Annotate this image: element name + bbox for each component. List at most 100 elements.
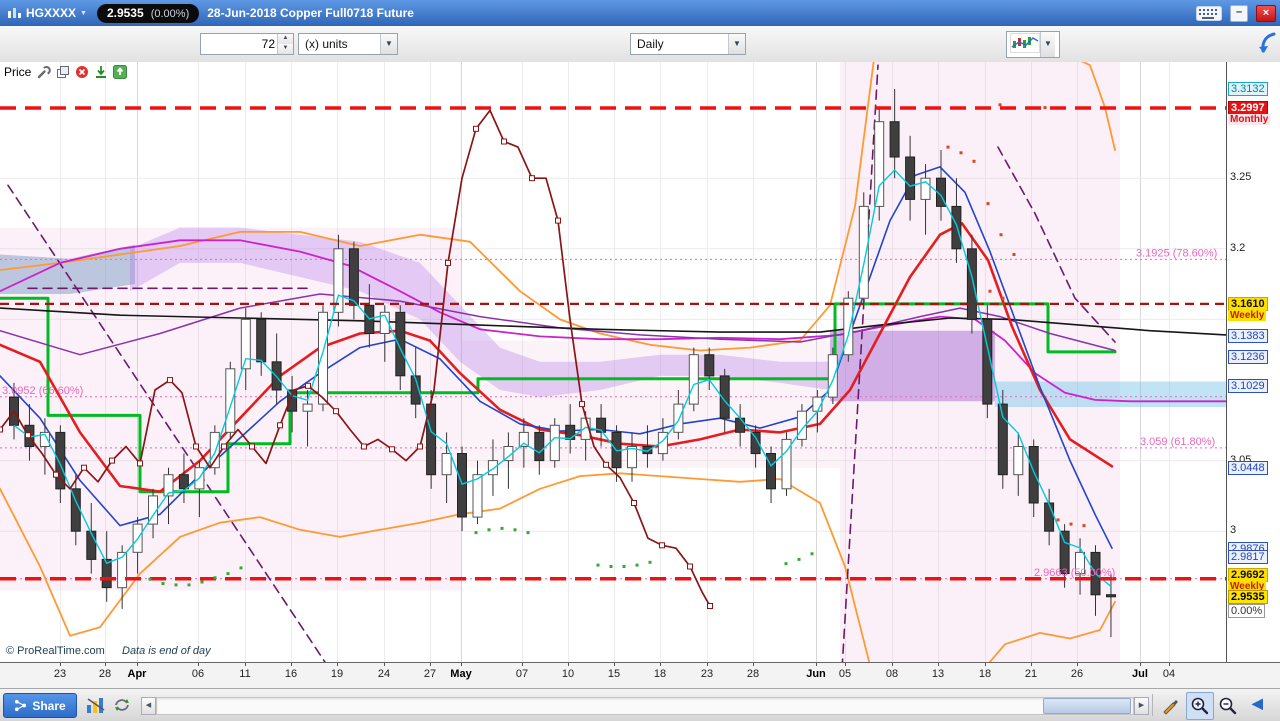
candle[interactable] [688,354,699,405]
share-label: Share [32,698,66,713]
candle[interactable] [874,121,885,207]
candle[interactable] [225,368,236,433]
candle[interactable] [858,205,869,299]
signal-dots-red [1069,522,1073,526]
x-axis-label: 15 [607,668,621,680]
symbol-selector[interactable]: HGXXXX ▼ [26,6,87,20]
candle[interactable] [704,354,715,377]
x-axis-tick [137,663,138,666]
candle[interactable] [735,417,746,433]
candle[interactable] [827,354,838,398]
candle[interactable] [905,156,916,200]
chart-icon [6,5,22,21]
price-chart-svg[interactable]: 3.1925 (78.60%) 3.0952 (66.60%) 3.059 (61.… [0,62,1226,662]
y-axis-badge: 2.9817 [1228,550,1268,565]
price-axis[interactable]: 3.253.23.153.0533.31323.2997Monthly3.161… [1226,62,1280,662]
download-icon[interactable] [93,64,109,80]
signal-dots-green [500,526,504,530]
weekly-marker [707,603,713,609]
timeframe-dropdown[interactable]: Daily ▼ [630,33,746,55]
y-axis-badge: 3.1383 [1228,328,1268,343]
weekly-marker [109,457,115,464]
close-pane-icon[interactable] [74,64,90,80]
candle[interactable] [673,403,684,433]
share-button[interactable]: Share [3,693,77,718]
chart-scrollbar[interactable] [156,697,1134,715]
signal-dots-green [609,565,613,568]
symbol-label: HGXXXX [26,6,77,20]
x-axis-tick [816,663,817,666]
candle[interactable] [1013,446,1024,476]
candle[interactable] [256,318,267,363]
pointer-tool-icon[interactable] [1156,692,1184,720]
price-chart[interactable]: 3.1925 (78.60%) 3.0952 (66.60%) 3.059 (61.… [0,62,1226,662]
minimize-button[interactable]: – [1230,4,1248,22]
x-axis-tick [430,663,431,666]
time-axis[interactable]: 23 28 Apr 06 11 16 19 24 27 May 07 10 15 18 23 28 Jun 05 0… [0,662,1280,689]
weekly-marker [603,461,609,468]
candle[interactable] [395,311,406,377]
signal-dots-red [946,145,950,149]
candle[interactable] [348,248,359,306]
x-axis-tick [845,663,846,666]
scrollbar-thumb[interactable] [1043,698,1131,714]
candle[interactable] [966,248,977,320]
chart-style-icon [1010,33,1040,56]
candle[interactable] [302,403,313,412]
fib-label: 3.059 (61.80%) [1140,436,1215,448]
candle[interactable] [178,474,189,490]
candle[interactable] [1106,594,1116,598]
signal-dots-green [487,528,491,532]
candle[interactable] [951,205,962,250]
candle[interactable] [333,248,344,313]
candle[interactable] [565,424,576,440]
candle[interactable] [472,474,483,518]
zoom-in-icon[interactable] [1186,692,1214,720]
x-axis-tick [1169,663,1170,666]
candle[interactable] [1028,446,1039,504]
scroll-left-icon[interactable]: ◀ [141,697,156,715]
duplicate-icon[interactable] [55,64,71,80]
y-axis-badge: 3.0448 [1228,460,1268,475]
candle[interactable] [209,431,220,469]
candle[interactable] [487,460,498,476]
candle[interactable] [457,453,467,518]
x-axis-label: 06 [191,668,205,680]
panel-expand-icon[interactable] [1258,32,1278,54]
candle[interactable] [441,453,452,476]
x-axis-tick [753,663,754,666]
zoom-out-icon[interactable] [1214,692,1242,720]
candle[interactable] [889,121,900,158]
x-axis-label: 28 [746,668,760,680]
candle[interactable] [549,424,560,462]
chart-style-button[interactable]: ▼ [1006,31,1060,58]
candle[interactable] [55,431,66,490]
weekly-marker [417,443,423,450]
spinner-down-icon[interactable]: ▼ [278,44,293,54]
candle[interactable] [318,311,328,405]
scroll-right-icon[interactable]: ▶ [1134,697,1149,715]
x-axis-tick [1140,663,1141,666]
y-axis-label: 3.2 [1230,241,1246,254]
sync-tool-icon[interactable] [110,694,134,716]
units-dropdown[interactable]: (x) units ▼ [298,33,398,55]
periods-input[interactable] [201,34,277,54]
weekly-marker [249,443,255,450]
history-back-icon[interactable]: ◀ [1252,695,1263,712]
close-button[interactable]: × [1256,4,1276,22]
keyboard-icon[interactable] [1196,5,1222,21]
last-price-badge: 2.9535 (0.00%) [96,3,200,23]
signal-dots-green [797,557,801,561]
candle[interactable] [1044,502,1055,532]
signal-dots-red [1043,106,1047,110]
drawing-tools-icon[interactable] [84,694,108,716]
chevron-down-icon: ▼ [1040,32,1055,57]
collapse-up-icon[interactable] [112,64,128,80]
candle[interactable] [86,530,97,560]
candle[interactable] [534,431,545,462]
spinner-up-icon[interactable]: ▲ [278,34,293,44]
wrench-icon[interactable] [36,64,52,80]
candle[interactable] [240,318,251,370]
periods-spinner[interactable]: ▲ ▼ [200,33,294,55]
last-price: 2.9535 [106,5,144,20]
